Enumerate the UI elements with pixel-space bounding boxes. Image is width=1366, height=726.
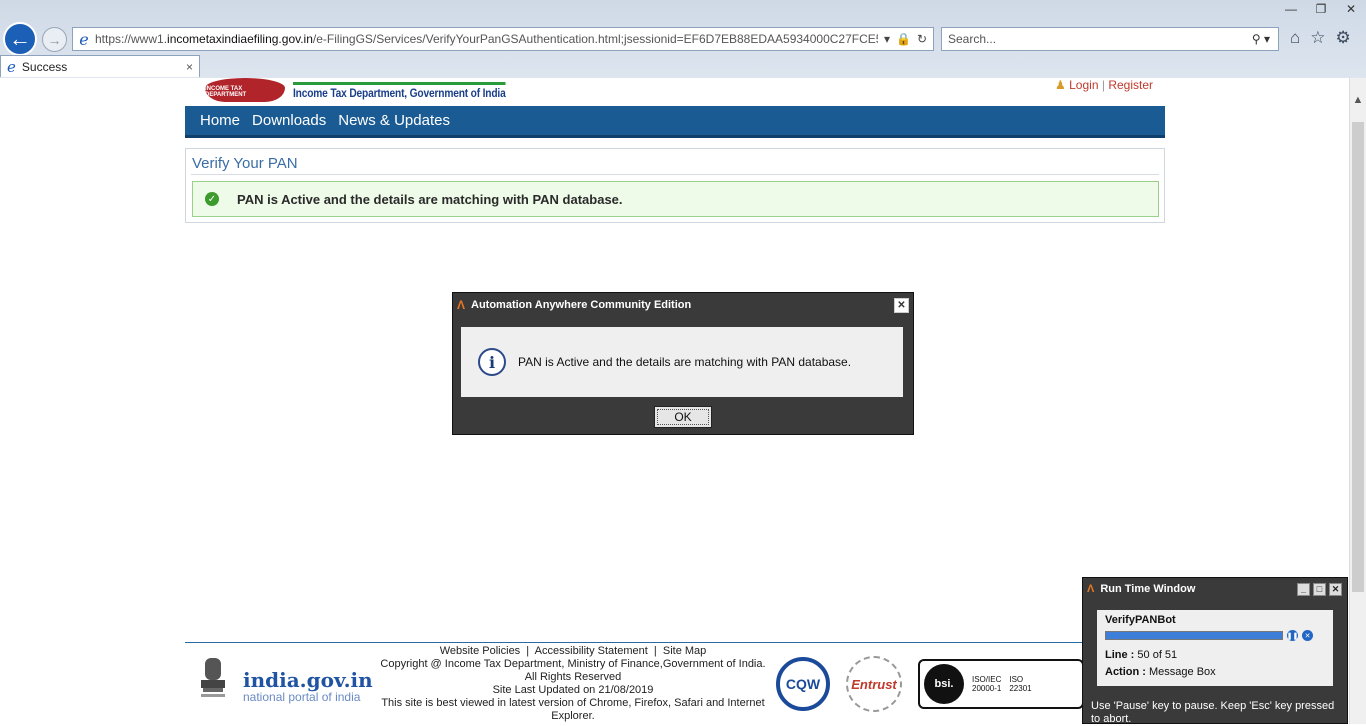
nav-news-updates[interactable]: News & Updates (338, 112, 450, 129)
footer-divider (185, 642, 1085, 643)
accessibility-link[interactable]: Accessibility Statement (535, 645, 648, 657)
copyright-text: Copyright @ Income Tax Department, Minis… (380, 658, 766, 670)
tab-success[interactable]: e Success × (0, 55, 200, 77)
progress-fill (1106, 632, 1282, 639)
line-info: Line : 50 of 51 (1105, 649, 1325, 661)
search-input[interactable]: Search... (948, 32, 1252, 46)
rtw-hint: Use 'Pause' key to pause. Keep 'Esc' key… (1091, 700, 1335, 725)
dialog-title: Automation Anywhere Community Edition (471, 299, 692, 311)
window-controls: — ❐ ✕ (1276, 0, 1366, 20)
dialog-message: PAN is Active and the details are matchi… (518, 355, 852, 369)
panel-title: Verify Your PAN (192, 155, 298, 172)
forward-arrow-icon: → (47, 31, 62, 48)
rights-text: All Rights Reserved (524, 671, 622, 683)
rtw-close-icon[interactable]: ✕ (1329, 582, 1342, 596)
action-value: Message Box (1149, 666, 1216, 678)
pause-icon[interactable]: ❚❚ (1287, 630, 1298, 641)
rtw-titlebar: Λ Run Time Window _ □ ✕ (1083, 578, 1347, 600)
minimize-icon[interactable]: — (1276, 0, 1306, 18)
entrust-badge-icon: Entrust (846, 656, 902, 712)
progress-track (1105, 631, 1283, 640)
run-time-window: Λ Run Time Window _ □ ✕ VerifyPANBot ❚❚ … (1082, 577, 1348, 725)
last-updated-text: Site Last Updated on 21/08/2019 (492, 684, 654, 696)
scroll-up-icon[interactable]: ▲ (1350, 78, 1366, 122)
rtw-minimize-icon[interactable]: _ (1297, 582, 1310, 596)
rtw-title: Run Time Window (1100, 583, 1196, 595)
line-label: Line : (1105, 649, 1135, 661)
restore-icon[interactable]: ❐ (1306, 0, 1336, 18)
message-dialog: Λ Automation Anywhere Community Edition … (452, 292, 914, 435)
automation-anywhere-icon: Λ (1087, 583, 1095, 595)
home-icon[interactable]: ⌂ (1290, 28, 1300, 48)
department-name: Income Tax Department, Government of Ind… (293, 82, 506, 100)
scroll-thumb[interactable] (1352, 122, 1364, 592)
ie-tab-icon: e (7, 57, 16, 76)
forward-button[interactable]: → (42, 27, 67, 52)
ie-icon: e (79, 29, 89, 49)
certification-badges: CQW Entrust bsi. ISO/IEC 20000-1 ISO 22301 (776, 656, 1084, 712)
footer-links: Website Policies | Accessibility Stateme… (376, 645, 770, 723)
address-bar[interactable]: e https://www1.incometaxindiaefiling.gov… (72, 27, 934, 51)
close-window-icon[interactable]: ✕ (1336, 0, 1366, 18)
india-gov-logo[interactable]: india.gov.in national portal of india (243, 668, 373, 704)
register-link[interactable]: Register (1108, 78, 1153, 92)
india-gov-title: india.gov.in (243, 668, 373, 692)
login-register: ♟ Login | Register (1055, 78, 1153, 92)
browser-chrome: — ❐ ✕ ← → e https://www1.incometaxindiae… (0, 0, 1366, 78)
page-scrollbar[interactable]: ▲ (1349, 78, 1366, 724)
url-path: /e-FilingGS/Services/VerifyYourPanGSAuth… (312, 32, 878, 46)
login-link[interactable]: Login (1069, 78, 1098, 92)
lock-icon[interactable]: 🔒 (896, 32, 911, 46)
favorites-star-icon[interactable]: ☆ (1310, 28, 1325, 48)
site-map-link[interactable]: Site Map (663, 645, 706, 657)
national-emblem-icon (201, 658, 225, 697)
url-text[interactable]: https://www1.incometaxindiaefiling.gov.i… (95, 32, 878, 46)
nav-downloads[interactable]: Downloads (252, 112, 326, 129)
cqw-badge-icon: CQW (776, 657, 830, 711)
automation-anywhere-icon: Λ (457, 298, 466, 312)
checkmark-icon: ✓ (205, 192, 219, 206)
income-tax-logo: INCOME TAX DEPARTMENT (205, 78, 285, 102)
rtw-body: VerifyPANBot ❚❚ ✕ Line : 50 of 51 Action… (1097, 610, 1333, 686)
action-info: Action : Message Box (1105, 666, 1325, 678)
search-box[interactable]: Search... ⚲ ▾ (941, 27, 1279, 51)
action-label: Action : (1105, 666, 1146, 678)
line-value: 50 of 51 (1137, 649, 1178, 661)
url-domain: incometaxindiaefiling.gov.in (167, 32, 313, 46)
dialog-titlebar: Λ Automation Anywhere Community Edition … (453, 293, 913, 317)
search-icon[interactable]: ⚲ ▾ (1252, 32, 1278, 46)
site-header: INCOME TAX DEPARTMENT Income Tax Departm… (185, 78, 1165, 106)
url-prefix: https://www1. (95, 32, 168, 46)
nav-home[interactable]: Home (200, 112, 240, 129)
dialog-body: i PAN is Active and the details are matc… (461, 327, 903, 397)
settings-gear-icon[interactable]: ⚙ (1336, 28, 1351, 48)
website-policies-link[interactable]: Website Policies (440, 645, 521, 657)
dropdown-icon[interactable]: ▾ (884, 32, 890, 46)
tab-title: Success (21, 59, 68, 74)
india-gov-subtitle: national portal of india (243, 690, 361, 704)
bot-name: VerifyPANBot (1105, 614, 1176, 626)
dialog-close-icon[interactable]: ✕ (894, 297, 909, 313)
info-icon: i (478, 348, 506, 376)
panel-divider (191, 174, 1159, 175)
separator: | (1101, 78, 1105, 92)
success-message: ✓ PAN is Active and the details are matc… (192, 181, 1159, 217)
rtw-maximize-icon[interactable]: □ (1313, 582, 1326, 596)
user-icon: ♟ (1055, 78, 1066, 92)
ok-button[interactable]: OK (654, 406, 712, 428)
bsi-badge-icon: bsi. ISO/IEC 20000-1 ISO 22301 (918, 659, 1084, 709)
verify-pan-panel: Verify Your PAN ✓ PAN is Active and the … (185, 148, 1165, 223)
back-arrow-icon: ← (9, 26, 31, 51)
refresh-icon[interactable]: ↻ (917, 32, 927, 46)
browser-note: This site is best viewed in latest versi… (381, 697, 765, 722)
main-nav: Home Downloads News & Updates (185, 106, 1165, 138)
success-text: PAN is Active and the details are matchi… (237, 191, 623, 207)
stop-icon[interactable]: ✕ (1302, 630, 1313, 641)
tab-close-icon[interactable]: × (186, 60, 199, 74)
back-button[interactable]: ← (3, 22, 37, 56)
